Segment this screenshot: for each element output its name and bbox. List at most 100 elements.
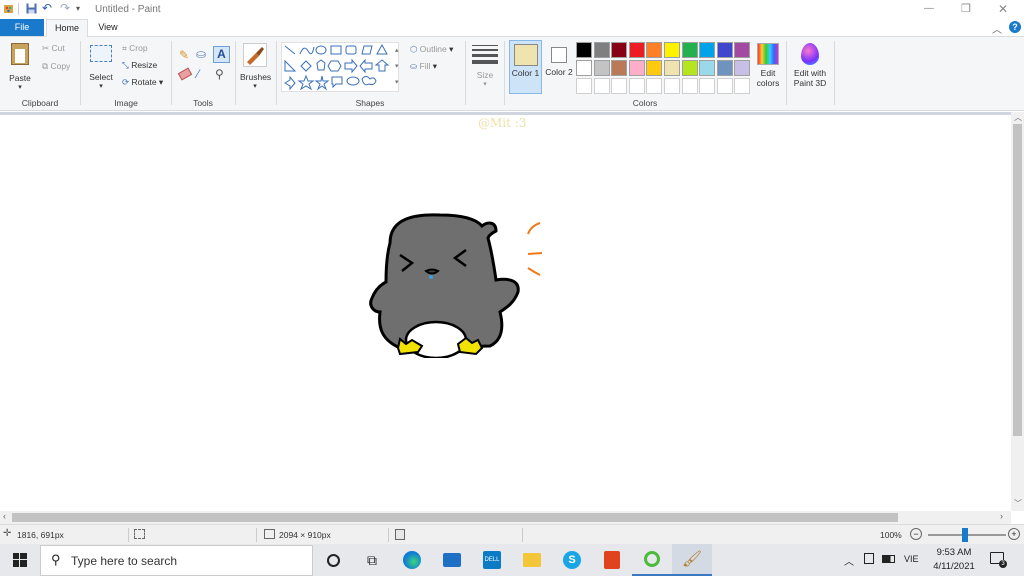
custom-color-slot[interactable] <box>716 78 733 94</box>
cut-button[interactable]: ✂ Cut <box>42 43 65 54</box>
palette-swatch[interactable] <box>593 60 610 76</box>
scroll-down-icon[interactable]: ﹀ <box>1014 498 1022 509</box>
office-taskbar-button[interactable] <box>592 544 632 576</box>
custom-color-slot[interactable] <box>628 78 645 94</box>
palette-swatch[interactable] <box>699 42 716 58</box>
palette-swatch[interactable] <box>593 42 610 58</box>
palette-swatch[interactable] <box>646 42 663 58</box>
fill-bucket-icon[interactable]: ⛀ <box>196 47 206 61</box>
undo-icon[interactable]: ↶ <box>42 1 52 15</box>
collapse-ribbon-icon[interactable]: ︿ <box>992 21 1002 36</box>
close-button[interactable]: ✕ <box>998 2 1008 16</box>
show-hidden-icons-icon[interactable]: ︿ <box>844 553 854 568</box>
maximize-button[interactable]: ❐ <box>961 2 971 15</box>
customize-qat-icon[interactable]: ▾ <box>76 4 80 13</box>
palette-swatch[interactable] <box>628 42 645 58</box>
mail-taskbar-button[interactable] <box>432 544 472 576</box>
zoom-slider-thumb[interactable] <box>962 528 968 542</box>
copy-button[interactable]: ⧉ Copy <box>42 61 70 72</box>
fill-button[interactable]: ⛀ Fill ▾ <box>410 61 437 72</box>
scroll-left-icon[interactable]: ‹ <box>3 511 6 521</box>
size-button[interactable]: Size ▾ <box>470 41 500 93</box>
brushes-button[interactable]: Brushes ▾ <box>240 41 271 91</box>
palette-swatch[interactable] <box>699 60 716 76</box>
shapes-scroll-icon[interactable]: ▴ ▾ ▾ <box>395 43 399 91</box>
palette-swatch[interactable] <box>734 60 751 76</box>
network-icon[interactable] <box>864 553 874 564</box>
custom-color-slot[interactable] <box>576 78 592 94</box>
zoom-out-button[interactable]: − <box>910 528 922 540</box>
minimize-button[interactable]: — <box>924 3 934 14</box>
task-view-button[interactable]: ⧉ <box>352 544 392 576</box>
palette-swatch[interactable] <box>716 42 733 58</box>
help-icon[interactable]: ? <box>1009 21 1021 33</box>
edge-taskbar-button[interactable] <box>392 544 432 576</box>
paint-taskbar-button[interactable]: 🖌 <box>672 544 712 576</box>
rotate-button[interactable]: ⟳ Rotate ▾ <box>122 77 163 88</box>
eraser-icon[interactable] <box>177 67 193 81</box>
edit-with-paint3d-button[interactable]: Edit with Paint 3D <box>790 41 830 95</box>
palette-swatch[interactable] <box>576 42 592 58</box>
magnifier-icon[interactable]: ⚲ <box>215 67 224 81</box>
start-button[interactable] <box>0 544 40 576</box>
paste-button[interactable]: Paste ▾ <box>6 41 34 91</box>
zoom-in-button[interactable]: + <box>1008 528 1020 540</box>
color1-button[interactable]: Color 1 <box>509 40 542 94</box>
pencil-icon[interactable]: ✎ <box>179 48 189 62</box>
custom-color-slot[interactable] <box>734 78 751 94</box>
redo-icon[interactable]: ↷ <box>60 1 70 15</box>
title-bar: ↶ ↷ ▾ Untitled - Paint — ❐ ✕ <box>0 0 1024 19</box>
palette-swatch[interactable] <box>628 60 645 76</box>
outline-button[interactable]: ⬡ Outline ▾ <box>410 44 453 55</box>
cortana-button[interactable] <box>313 544 353 576</box>
canvas-top-border <box>0 112 1011 115</box>
vertical-scroll-thumb[interactable] <box>1013 124 1022 436</box>
tab-file[interactable]: File <box>0 19 44 36</box>
scroll-up-icon[interactable]: ︿ <box>1014 112 1022 123</box>
custom-color-slot[interactable] <box>593 78 610 94</box>
custom-color-slot[interactable] <box>681 78 698 94</box>
clock-date[interactable]: 4/11/2021 <box>928 561 980 572</box>
custom-color-slot[interactable] <box>699 78 716 94</box>
dell-taskbar-button[interactable]: DELL <box>472 544 512 576</box>
tab-home[interactable]: Home <box>46 19 88 37</box>
skype-taskbar-button[interactable]: S <box>552 544 592 576</box>
battery-icon[interactable] <box>882 555 895 563</box>
palette-swatch[interactable] <box>664 42 680 58</box>
palette-swatch[interactable] <box>716 60 733 76</box>
green-app-taskbar-button[interactable] <box>632 544 672 576</box>
horizontal-scroll-thumb[interactable] <box>12 513 898 522</box>
tab-view[interactable]: View <box>92 19 124 36</box>
custom-color-slot[interactable] <box>611 78 628 94</box>
palette-swatch[interactable] <box>681 60 698 76</box>
palette-swatch[interactable] <box>576 60 592 76</box>
crop-button[interactable]: ⌗ Crop <box>122 43 148 54</box>
palette-swatch[interactable] <box>734 42 751 58</box>
group-label-colors: Colors <box>632 98 658 108</box>
select-button[interactable]: Select ▾ <box>86 41 116 91</box>
vertical-scrollbar[interactable]: ︿ ﹀ <box>1011 112 1024 511</box>
clock-time[interactable]: 9:53 AM <box>934 547 974 558</box>
horizontal-scrollbar[interactable]: ‹ › <box>0 511 1011 524</box>
paint-app-icon[interactable] <box>3 3 15 15</box>
palette-swatch[interactable] <box>611 60 628 76</box>
save-icon[interactable] <box>26 3 37 16</box>
canvas-area[interactable]: @Mit :3 <box>0 112 1011 511</box>
taskbar: ⚲ Type here to search ⧉ DELL S 🖌 ︿ VIE 9… <box>0 544 1024 576</box>
custom-color-slot[interactable] <box>646 78 663 94</box>
palette-swatch[interactable] <box>664 60 680 76</box>
scroll-right-icon[interactable]: › <box>1000 511 1003 521</box>
resize-button[interactable]: ⤡ Resize <box>122 60 157 71</box>
palette-swatch[interactable] <box>646 60 663 76</box>
palette-swatch[interactable] <box>681 42 698 58</box>
color2-button[interactable]: Color 2 <box>545 40 573 94</box>
input-language[interactable]: VIE <box>904 554 919 564</box>
custom-color-slot[interactable] <box>664 78 680 94</box>
file-explorer-taskbar-button[interactable] <box>512 544 552 576</box>
taskbar-search-box[interactable]: ⚲ Type here to search <box>40 545 313 576</box>
edit-colors-button[interactable]: Edit colors <box>754 41 782 95</box>
text-icon[interactable]: A <box>213 46 230 63</box>
color-picker-icon[interactable]: ⁄ <box>197 67 199 81</box>
palette-swatch[interactable] <box>611 42 628 58</box>
shapes-gallery[interactable] <box>281 42 399 92</box>
